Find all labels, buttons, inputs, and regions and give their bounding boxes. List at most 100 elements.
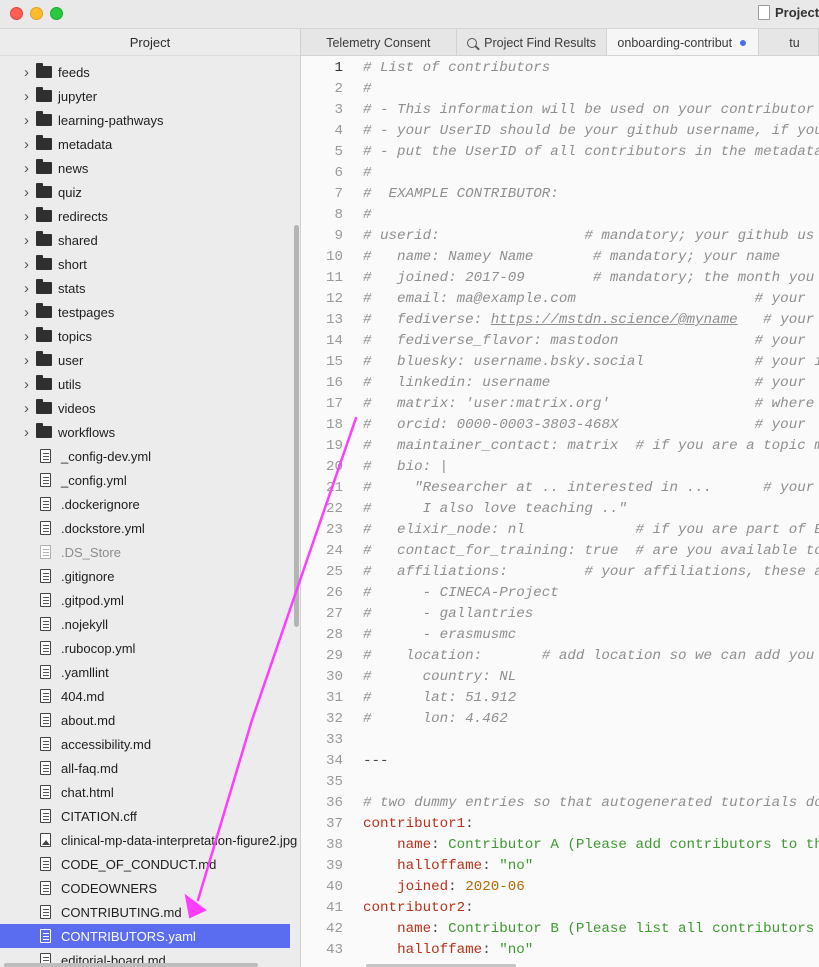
code-line[interactable]: 10 # name: Namey Name # mandatory; your n… (301, 247, 819, 268)
code-line[interactable]: 38 name: Contributor A (Please add contr… (301, 835, 819, 856)
code-line[interactable]: 4 # - your UserID should be your github u… (301, 121, 819, 142)
folder-item[interactable]: › user (0, 348, 300, 372)
folder-item[interactable]: › shared (0, 228, 300, 252)
code-line[interactable]: 34 --- (301, 751, 819, 772)
code-line[interactable]: 25 # affiliations: # your affiliations, t… (301, 562, 819, 583)
code-editor[interactable]: 1 # List of contributors 2 #3 # - This infor… (301, 56, 819, 967)
code-line[interactable]: 18 # orcid: 0000-0003-3803-468X # your (301, 415, 819, 436)
chevron-right-icon[interactable]: › (24, 328, 36, 345)
file-item[interactable]: about.md (0, 708, 300, 732)
code-line[interactable]: 39 halloffame: "no" (301, 856, 819, 877)
code-line[interactable]: 5 # - put the UserID of all contributors … (301, 142, 819, 163)
sidebar-horizontal-scrollbar[interactable] (4, 963, 258, 967)
chevron-right-icon[interactable]: › (24, 64, 36, 81)
folder-item[interactable]: › stats (0, 276, 300, 300)
code-line[interactable]: 32 # lon: 4.462 (301, 709, 819, 730)
file-item[interactable]: .dockerignore (0, 492, 300, 516)
chevron-right-icon[interactable]: › (24, 256, 36, 273)
code-line[interactable]: 14 # fediverse_flavor: mastodon # your (301, 331, 819, 352)
file-item[interactable]: .yamllint (0, 660, 300, 684)
folder-item[interactable]: › redirects (0, 204, 300, 228)
code-line[interactable]: 6 # (301, 163, 819, 184)
code-line[interactable]: 20 # bio: | (301, 457, 819, 478)
code-line[interactable]: 31 # lat: 51.912 (301, 688, 819, 709)
folder-item[interactable]: › learning-pathways (0, 108, 300, 132)
code-line[interactable]: 12 # email: ma@example.com # your (301, 289, 819, 310)
chevron-right-icon[interactable]: › (24, 424, 36, 441)
chevron-right-icon[interactable]: › (24, 160, 36, 177)
code-line[interactable]: 23 # elixir_node: nl # if you are part of… (301, 520, 819, 541)
tab-onboarding-contributors[interactable]: onboarding-contribut (607, 29, 760, 55)
code-line[interactable]: 28 # - erasmusmc (301, 625, 819, 646)
chevron-right-icon[interactable]: › (24, 208, 36, 225)
folder-item[interactable]: › feeds (0, 60, 300, 84)
folder-item[interactable]: › testpages (0, 300, 300, 324)
code-line[interactable]: 24 # contact_for_training: true # are you… (301, 541, 819, 562)
code-line[interactable]: 35 (301, 772, 819, 793)
code-line[interactable]: 27 # - gallantries (301, 604, 819, 625)
code-line[interactable]: 42 name: Contributor B (Please list all … (301, 919, 819, 940)
chevron-right-icon[interactable]: › (24, 136, 36, 153)
code-line[interactable]: 21 # "Researcher at .. interested in ... … (301, 478, 819, 499)
file-item[interactable]: _config.yml (0, 468, 300, 492)
minimize-window-button[interactable] (30, 7, 43, 20)
code-line[interactable]: 40 joined: 2020-06 (301, 877, 819, 898)
file-item[interactable]: 404.md (0, 684, 300, 708)
code-line[interactable]: 2 # (301, 79, 819, 100)
file-item[interactable]: all-faq.md (0, 756, 300, 780)
file-item[interactable]: accessibility.md (0, 732, 300, 756)
file-item[interactable]: CONTRIBUTORS.yaml (0, 924, 290, 948)
chevron-right-icon[interactable]: › (24, 184, 36, 201)
chevron-right-icon[interactable]: › (24, 112, 36, 129)
tab-project-find-results[interactable]: Project Find Results (457, 29, 608, 55)
tab-tutorial[interactable]: tu (759, 29, 819, 55)
folder-item[interactable]: › topics (0, 324, 300, 348)
folder-item[interactable]: › utils (0, 372, 300, 396)
file-item[interactable]: CODEOWNERS (0, 876, 300, 900)
code-line[interactable]: 13 # fediverse: https://mstdn.science/@my… (301, 310, 819, 331)
code-line[interactable]: 16 # linkedin: username # your (301, 373, 819, 394)
code-line[interactable]: 37 contributor1: (301, 814, 819, 835)
folder-item[interactable]: › news (0, 156, 300, 180)
tab-telemetry-consent[interactable]: Telemetry Consent (301, 29, 457, 55)
file-item[interactable]: .rubocop.yml (0, 636, 300, 660)
folder-item[interactable]: › jupyter (0, 84, 300, 108)
file-item[interactable]: .dockstore.yml (0, 516, 300, 540)
code-line[interactable]: 8 # (301, 205, 819, 226)
code-line[interactable]: 11 # joined: 2017-09 # mandatory; the mon… (301, 268, 819, 289)
close-window-button[interactable] (10, 7, 23, 20)
sidebar-scrollbar[interactable] (294, 225, 299, 627)
file-item[interactable]: _config-dev.yml (0, 444, 300, 468)
code-line[interactable]: 1 # List of contributors (301, 58, 819, 79)
code-line[interactable]: 3 # - This information will be used on yo… (301, 100, 819, 121)
file-item[interactable]: clinical-mp-data-interpretation-figure2.… (0, 828, 300, 852)
code-line[interactable]: 17 # matrix: 'user:matrix.org' # where (301, 394, 819, 415)
chevron-right-icon[interactable]: › (24, 232, 36, 249)
chevron-right-icon[interactable]: › (24, 88, 36, 105)
chevron-right-icon[interactable]: › (24, 400, 36, 417)
code-line[interactable]: 36 # two dummy entries so that autogenera… (301, 793, 819, 814)
file-item[interactable]: CITATION.cff (0, 804, 300, 828)
code-line[interactable]: 43 halloffame: "no" (301, 940, 819, 961)
file-item[interactable]: CONTRIBUTING.md (0, 900, 300, 924)
maximize-window-button[interactable] (50, 7, 63, 20)
folder-item[interactable]: › quiz (0, 180, 300, 204)
code-line[interactable]: 19 # maintainer_contact: matrix # if you … (301, 436, 819, 457)
code-line[interactable]: 22 # I also love teaching .." (301, 499, 819, 520)
file-item[interactable]: .gitignore (0, 564, 300, 588)
file-item[interactable]: .nojekyll (0, 612, 300, 636)
code-line[interactable]: 9 # userid: # mandatory; your github us (301, 226, 819, 247)
file-item[interactable]: chat.html (0, 780, 300, 804)
code-line[interactable]: 26 # - CINECA-Project (301, 583, 819, 604)
chevron-right-icon[interactable]: › (24, 352, 36, 369)
folder-item[interactable]: › videos (0, 396, 300, 420)
code-line[interactable]: 29 # location: # add location so we can a… (301, 646, 819, 667)
chevron-right-icon[interactable]: › (24, 376, 36, 393)
chevron-right-icon[interactable]: › (24, 304, 36, 321)
chevron-right-icon[interactable]: › (24, 280, 36, 297)
code-line[interactable]: 33 (301, 730, 819, 751)
file-item[interactable]: .gitpod.yml (0, 588, 300, 612)
folder-item[interactable]: › short (0, 252, 300, 276)
folder-item[interactable]: › workflows (0, 420, 300, 444)
file-item[interactable]: CODE_OF_CONDUCT.md (0, 852, 300, 876)
